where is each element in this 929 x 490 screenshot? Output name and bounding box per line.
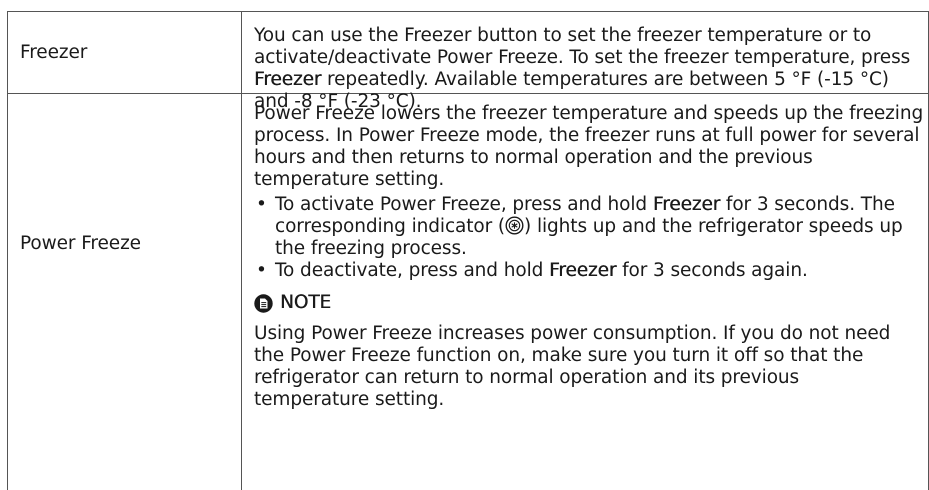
note-body: Using Power Freeze increases power consu…	[254, 323, 891, 410]
bullet-text: To activate Power Freeze, press and hold	[275, 194, 653, 215]
desc-text: You can use the Freezer button to set th…	[254, 25, 911, 68]
note-title: NOTE	[280, 292, 331, 313]
feature-label-cell: Freezer	[8, 12, 242, 93]
bullet-text: for 3 seconds again.	[616, 260, 808, 281]
list-item: • To activate Power Freeze, press and ho…	[254, 194, 911, 260]
bullet-dot: •	[256, 260, 267, 281]
list-item: • To deactivate, press and hold Freezer …	[254, 260, 928, 282]
bullet-list: • To activate Power Freeze, press and ho…	[254, 194, 928, 282]
table-row-power-freeze: Power Freeze Power Freeze lowers the fre…	[8, 94, 928, 490]
freezer-keyword: Freezer	[254, 69, 322, 90]
note-icon	[254, 293, 273, 313]
bullet-text: To deactivate, press and hold	[275, 260, 550, 281]
feature-label-cell: Power Freeze	[8, 94, 242, 490]
table-row-freezer: Freezer You can use the Freezer button t…	[8, 12, 928, 112]
power-freeze-intro: Power Freeze lowers the freezer temperat…	[254, 103, 924, 190]
freezer-keyword: Freezer	[652, 194, 721, 215]
feature-label: Freezer	[20, 41, 88, 63]
power-freeze-indicator-icon	[505, 216, 524, 235]
bullet-dot: •	[256, 194, 267, 215]
note-heading: NOTE	[254, 292, 928, 314]
feature-label: Power Freeze	[20, 233, 141, 254]
feature-table: Freezer You can use the Freezer button t…	[7, 11, 929, 490]
feature-description-cell: Power Freeze lowers the freezer temperat…	[242, 94, 928, 490]
feature-description-cell: You can use the Freezer button to set th…	[242, 12, 928, 112]
freezer-keyword: Freezer	[549, 260, 617, 281]
